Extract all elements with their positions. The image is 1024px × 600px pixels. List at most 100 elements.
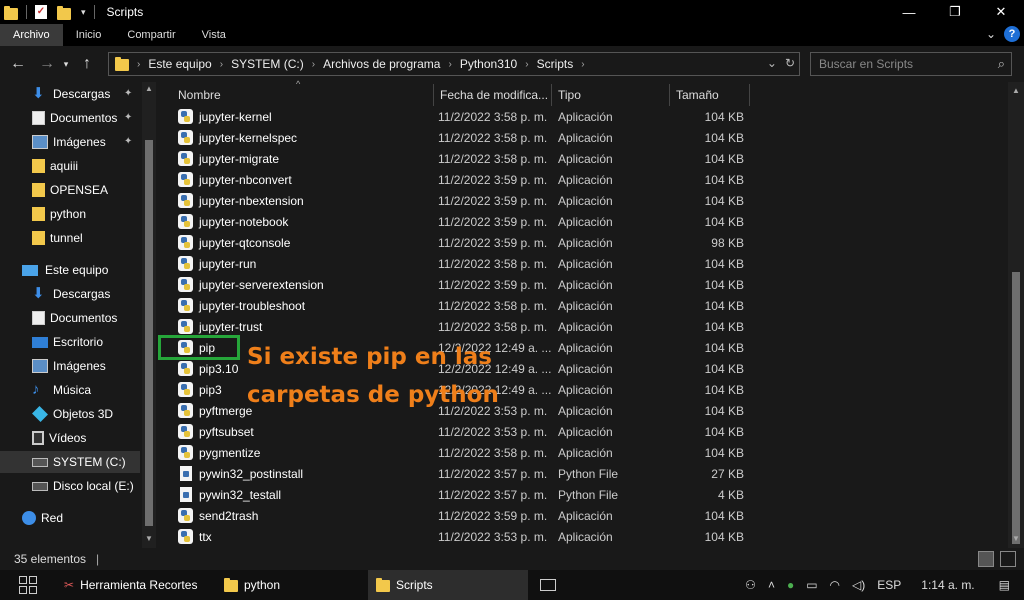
column-header-fecha[interactable]: Fecha de modifica... — [434, 84, 552, 106]
file-row[interactable]: ttx 11/2/2022 3:53 p. m. Aplicación 104 KB — [172, 526, 752, 547]
taskbar-item-terminal[interactable] — [528, 570, 568, 600]
nav-item-objetos-3d[interactable]: Objetos 3D — [32, 403, 113, 425]
file-row[interactable]: jupyter-nbextension 11/2/2022 3:59 p. m. A… — [172, 190, 752, 211]
file-name-cell[interactable]: send2trash — [172, 508, 434, 523]
file-row[interactable]: jupyter-trust 11/2/2022 3:58 p. m. Aplicac… — [172, 316, 752, 337]
scroll-up-icon[interactable]: ▲ — [145, 84, 153, 93]
file-name-cell[interactable]: pyftsubset — [172, 424, 434, 439]
file-row[interactable]: pyftsubset 11/2/2022 3:53 p. m. Aplicación… — [172, 421, 752, 442]
nav-item-musica[interactable]: ♪ Música — [32, 379, 91, 401]
pin-icon[interactable]: ✦ — [124, 136, 132, 147]
breadcrumb-este-equipo[interactable]: Este equipo — [148, 57, 211, 71]
forward-icon[interactable]: → — [35, 55, 59, 73]
notifications-icon[interactable]: ▤ — [999, 578, 1010, 592]
file-name-cell[interactable]: jupyter-notebook — [172, 214, 434, 229]
pin-icon[interactable]: ✦ — [124, 88, 132, 99]
file-name-cell[interactable]: ttx — [172, 529, 434, 544]
column-header-tipo[interactable]: Tipo — [552, 84, 670, 106]
nav-item-descargas-quick[interactable]: ⬇ Descargas — [32, 83, 110, 105]
chevron-right-icon[interactable]: › — [312, 59, 315, 70]
nav-item-documentos[interactable]: Documentos — [32, 307, 117, 329]
file-name-cell[interactable]: pywin32_postinstall — [172, 466, 434, 481]
file-row[interactable]: jupyter-notebook 11/2/2022 3:59 p. m. Apli… — [172, 211, 752, 232]
tab-archivo[interactable]: Archivo — [0, 24, 63, 46]
nav-item-tunnel[interactable]: tunnel — [32, 227, 83, 249]
chevron-up-icon[interactable]: ˄ — [768, 578, 775, 592]
chevron-down-icon[interactable]: ▾ — [81, 7, 86, 18]
nav-item-red[interactable]: Red — [22, 507, 63, 529]
nav-item-disco-local-e[interactable]: Disco local (E:) — [32, 475, 134, 497]
large-icons-view-icon[interactable] — [1000, 551, 1016, 567]
minimize-button[interactable]: — — [886, 0, 932, 24]
chevron-right-icon[interactable]: › — [581, 59, 584, 70]
pin-icon[interactable]: ✦ — [124, 112, 132, 123]
refresh-icon[interactable]: ↻ — [785, 56, 795, 70]
file-name-cell[interactable]: jupyter-kernel — [172, 109, 434, 124]
nav-scrollbar-thumb[interactable] — [145, 140, 153, 526]
chevron-right-icon[interactable]: › — [220, 59, 223, 70]
file-row[interactable]: send2trash 11/2/2022 3:59 p. m. Aplicación… — [172, 505, 752, 526]
file-row[interactable]: jupyter-migrate 11/2/2022 3:58 p. m. Aplic… — [172, 148, 752, 169]
task-view-icon[interactable] — [0, 570, 56, 600]
people-icon[interactable]: ⚇ — [745, 578, 756, 592]
nav-item-system-c[interactable]: SYSTEM (C:) — [0, 451, 140, 473]
file-name-cell[interactable]: jupyter-nbextension — [172, 193, 434, 208]
recent-locations-icon[interactable]: ▾ — [59, 59, 73, 70]
nav-item-videos[interactable]: Vídeos — [32, 427, 86, 449]
taskbar-item-herramienta-recortes[interactable]: ✂ Herramienta Recortes — [56, 570, 216, 600]
file-row[interactable]: pygmentize 11/2/2022 3:58 p. m. Aplicación… — [172, 442, 752, 463]
tab-vista[interactable]: Vista — [189, 24, 239, 46]
battery-icon[interactable]: ▭ — [806, 578, 817, 592]
file-name-cell[interactable]: jupyter-run — [172, 256, 434, 271]
breadcrumb-scripts[interactable]: Scripts — [537, 57, 574, 71]
new-folder-icon[interactable] — [57, 5, 71, 20]
nav-item-imagenes[interactable]: Imágenes — [32, 355, 106, 377]
file-row[interactable]: jupyter-qtconsole 11/2/2022 3:59 p. m. Apl… — [172, 232, 752, 253]
file-name-cell[interactable]: pygmentize — [172, 445, 434, 460]
file-row[interactable]: jupyter-run 11/2/2022 3:58 p. m. Aplicació… — [172, 253, 752, 274]
nav-item-opensea[interactable]: OPENSEA — [32, 179, 108, 201]
file-row[interactable]: jupyter-troubleshoot 11/2/2022 3:58 p. m.… — [172, 295, 752, 316]
file-row[interactable]: jupyter-kernelspec 11/2/2022 3:58 p. m. Ap… — [172, 127, 752, 148]
search-input[interactable]: Buscar en Scripts ⌕ — [810, 52, 1012, 76]
breadcrumb-python310[interactable]: Python310 — [460, 57, 517, 71]
properties-icon[interactable]: ✓ — [35, 5, 47, 19]
nav-item-escritorio[interactable]: Escritorio — [32, 331, 103, 353]
volume-icon[interactable]: ◁) — [852, 578, 865, 592]
file-row[interactable]: pywin32_testall 11/2/2022 3:57 p. m. Pytho… — [172, 484, 752, 505]
chevron-right-icon[interactable]: › — [448, 59, 451, 70]
file-name-cell[interactable]: jupyter-kernelspec — [172, 130, 434, 145]
file-row[interactable]: jupyter-kernel 11/2/2022 3:58 p. m. Aplica… — [172, 106, 752, 127]
chevron-right-icon[interactable]: › — [525, 59, 528, 70]
security-icon[interactable]: ● — [787, 578, 794, 592]
taskbar-item-python[interactable]: python — [216, 570, 368, 600]
nav-item-imagenes-quick[interactable]: Imágenes — [32, 131, 106, 153]
close-button[interactable]: ✕ — [978, 0, 1024, 24]
file-name-cell[interactable]: pywin32_testall — [172, 487, 434, 502]
file-name-cell[interactable]: jupyter-qtconsole — [172, 235, 434, 250]
tab-compartir[interactable]: Compartir — [114, 24, 188, 46]
file-name-cell[interactable]: jupyter-serverextension — [172, 277, 434, 292]
expand-ribbon-icon[interactable]: ⌄ — [986, 27, 996, 41]
details-view-icon[interactable] — [978, 551, 994, 567]
file-name-cell[interactable]: jupyter-migrate — [172, 151, 434, 166]
column-header-tamano[interactable]: Tamaño — [670, 84, 750, 106]
nav-item-python[interactable]: python — [32, 203, 86, 225]
address-bar[interactable]: › Este equipo › SYSTEM (C:) › Archivos d… — [108, 52, 800, 76]
up-icon[interactable]: ↑ — [75, 55, 99, 73]
breadcrumb-system-c[interactable]: SYSTEM (C:) — [231, 57, 304, 71]
nav-item-este-equipo[interactable]: Este equipo — [22, 259, 108, 281]
file-row[interactable]: pywin32_postinstall 11/2/2022 3:57 p. m. P… — [172, 463, 752, 484]
scroll-down-icon[interactable]: ▼ — [145, 534, 153, 543]
scroll-up-icon[interactable]: ▲ — [1012, 86, 1020, 95]
column-header-nombre[interactable]: Nombre — [172, 84, 434, 106]
nav-item-aquiii[interactable]: aquiii — [32, 155, 78, 177]
file-name-cell[interactable]: jupyter-troubleshoot — [172, 298, 434, 313]
address-dropdown-icon[interactable]: ⌄ — [767, 56, 777, 70]
wifi-icon[interactable]: ◠ — [830, 578, 840, 592]
language-indicator[interactable]: ESP — [877, 578, 901, 592]
taskbar-item-scripts[interactable]: Scripts — [368, 570, 528, 600]
help-icon[interactable]: ? — [1004, 26, 1020, 42]
file-name-cell[interactable]: jupyter-trust — [172, 319, 434, 334]
nav-item-descargas[interactable]: ⬇ Descargas — [32, 283, 110, 305]
